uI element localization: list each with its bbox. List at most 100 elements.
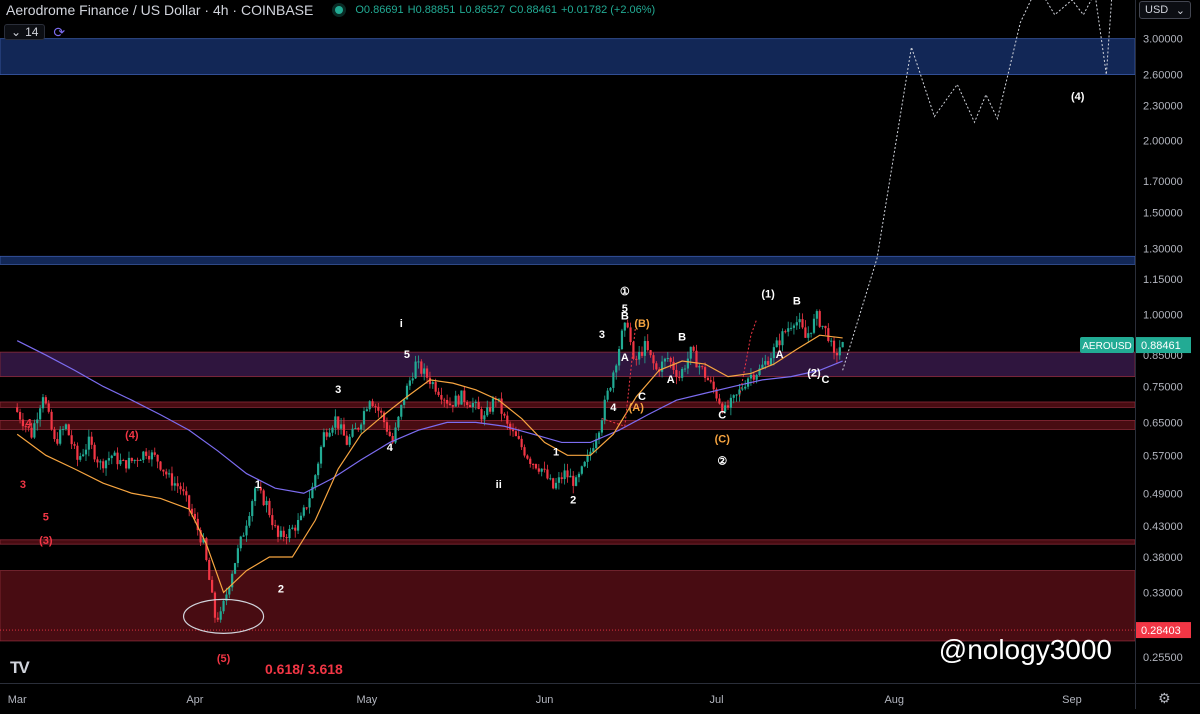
candle-body — [147, 455, 151, 460]
wave-label: B — [621, 310, 629, 322]
symbol-title[interactable]: Aerodrome Finance / US Dollar · 4h · COI… — [6, 2, 313, 18]
candle-body — [251, 501, 254, 517]
y-tick-label: 1.50000 — [1143, 208, 1183, 220]
candle-body — [265, 500, 268, 506]
candle-body — [374, 406, 377, 408]
candle-body — [182, 489, 185, 492]
wave-label: B — [793, 295, 801, 307]
candle-body — [832, 340, 836, 353]
wave-label: A — [776, 349, 784, 361]
candle-body — [483, 415, 486, 420]
cycle-icon[interactable]: ⟳ — [53, 24, 65, 41]
wave-label: C — [718, 410, 726, 422]
candle-body — [380, 410, 383, 413]
price-tag-value: 0.28403 — [1141, 625, 1181, 637]
candle-body — [411, 378, 414, 381]
candle-body — [127, 457, 131, 469]
candle-body — [165, 471, 168, 475]
candle-body — [775, 340, 778, 348]
zone-red — [0, 539, 1136, 545]
candle-body — [239, 536, 242, 549]
wave-label: A — [667, 374, 675, 386]
candle-body — [643, 341, 646, 356]
zone-red — [0, 401, 1136, 408]
candle-body — [337, 416, 340, 429]
candle-body — [678, 377, 681, 379]
chevron-down-icon[interactable]: ⌄ — [11, 25, 21, 39]
candle-body — [90, 436, 93, 445]
y-tick-label: 2.60000 — [1143, 70, 1183, 82]
wave-label: ② — [717, 455, 727, 467]
candle-body — [271, 515, 274, 526]
candle-body — [477, 401, 480, 410]
candle-body — [328, 432, 331, 437]
wave-label: ① — [620, 286, 630, 298]
candle-body — [709, 380, 712, 382]
chevron-down-icon: ⌄ — [1175, 4, 1185, 17]
candle-body — [156, 454, 159, 462]
candle-body — [431, 382, 434, 385]
candle-body — [245, 525, 248, 536]
candle-body — [741, 388, 744, 390]
candle-body — [506, 415, 509, 424]
candle-body — [150, 452, 154, 460]
price-chart[interactable]: 435(3)(4)(5)12345iii12345①BAC(B)(A)ABC(C… — [0, 0, 1200, 709]
candle-body — [96, 459, 99, 463]
candle-body — [454, 395, 457, 407]
y-tick-label: 0.57000 — [1143, 450, 1183, 462]
candle-body — [749, 374, 753, 379]
wave-label: 4 — [26, 417, 33, 429]
tradingview-logo[interactable]: TV — [10, 658, 30, 678]
candle-body — [420, 361, 423, 374]
candle-body — [279, 530, 282, 537]
wave-label: (B) — [634, 318, 650, 330]
candle-body — [285, 537, 288, 539]
candle-body — [600, 420, 603, 433]
candle-body — [216, 617, 219, 620]
candle-body — [61, 429, 65, 431]
candle-body — [660, 361, 664, 372]
candle-body — [807, 333, 810, 338]
candle-body — [314, 475, 317, 487]
candle-body — [638, 351, 641, 360]
wave-label: 1 — [553, 446, 559, 458]
candle-body — [242, 535, 245, 537]
currency-label: USD — [1145, 4, 1169, 16]
candle-body — [56, 439, 59, 444]
currency-selector[interactable]: USD ⌄ — [1139, 1, 1191, 19]
candle-body — [110, 455, 113, 459]
candle-body — [612, 372, 615, 388]
candle-body — [695, 350, 698, 368]
zone-red — [0, 420, 1136, 430]
candle-body — [543, 468, 546, 470]
candle-body — [474, 401, 477, 403]
candle-body — [672, 361, 675, 370]
y-tick-label: 0.65000 — [1143, 417, 1183, 429]
candle-body — [130, 457, 133, 461]
candle-body — [377, 406, 380, 411]
chart-stage[interactable]: 4 3 5 (3) (4) (5) 1 2 3 4 5 i ii 1 2 3 4 5 ① B A C (B) (A) A B C (C… — [0, 0, 1200, 709]
candle-body — [552, 478, 555, 489]
candle-body — [603, 399, 606, 421]
candle-body — [529, 458, 532, 464]
candle-body — [523, 447, 526, 456]
low-value: L0.86527 — [459, 4, 506, 16]
wave-label: (4) — [125, 429, 139, 441]
indicator-toggle[interactable]: ⌄ 14 — [4, 24, 46, 40]
candle-body — [142, 451, 145, 460]
candle-body — [701, 366, 704, 368]
candle-body — [514, 431, 518, 437]
candle-body — [248, 516, 251, 526]
candle-body — [99, 461, 102, 463]
candle-body — [116, 452, 119, 465]
y-tick-label: 2.00000 — [1143, 135, 1183, 147]
candle-body — [322, 432, 325, 447]
candle-body — [47, 403, 50, 412]
wave-label: B — [678, 332, 686, 344]
candle-body — [726, 405, 730, 408]
candle-body — [686, 358, 689, 369]
gear-icon[interactable]: ⚙ — [1158, 690, 1171, 707]
candle-body — [532, 463, 535, 465]
wave-label: (2) — [807, 368, 821, 380]
zone-blue — [0, 255, 1136, 265]
